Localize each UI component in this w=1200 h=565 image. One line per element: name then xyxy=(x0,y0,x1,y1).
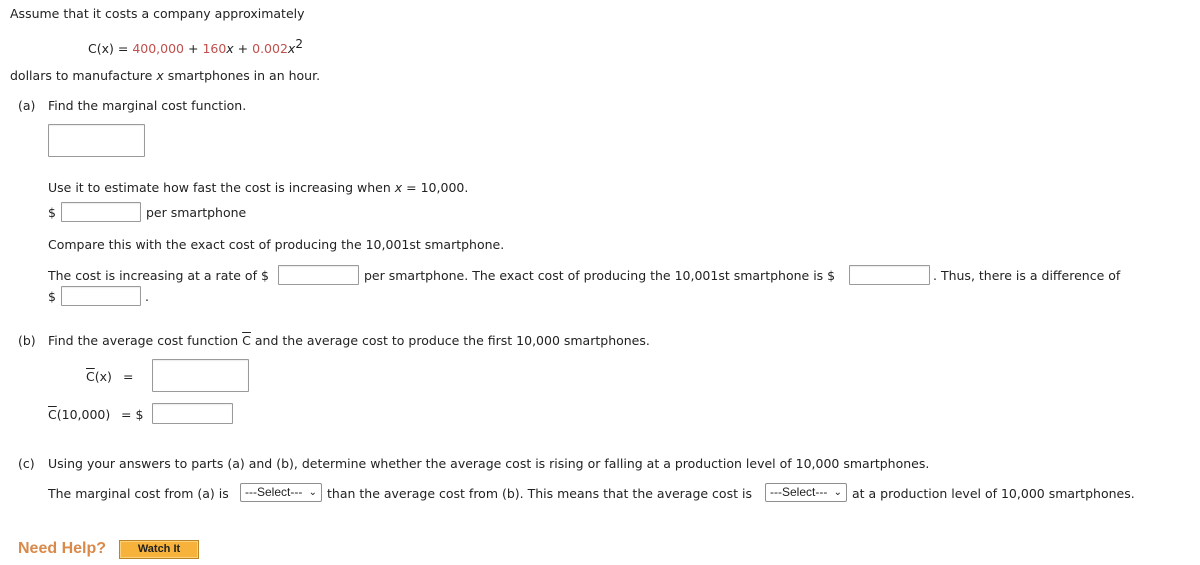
need-help-label: Need Help? xyxy=(18,540,107,557)
comparison-sentence-end: at a production level of 10,000 smartpho… xyxy=(852,486,1135,501)
intro-text-2: dollars to manufacture x smartphones in … xyxy=(10,68,321,83)
avg-cost-value-label: C(10,000) xyxy=(48,407,111,422)
estimate-input[interactable] xyxy=(61,202,141,222)
chevron-down-icon: ⌄ xyxy=(308,487,317,498)
compare-prompt: Compare this with the exact cost of prod… xyxy=(48,237,505,252)
marginal-cost-function-input[interactable] xyxy=(48,124,145,157)
rate-input[interactable] xyxy=(278,265,359,285)
formula-quadratic-coef: 0.002 xyxy=(252,41,288,57)
part-c-prompt: Using your answers to parts (a) and (b),… xyxy=(48,456,930,471)
rate-sentence-start: The cost is increasing at a rate of $ xyxy=(48,268,269,283)
part-c-label: (c) xyxy=(18,456,35,471)
equals-sign: = xyxy=(123,369,134,384)
formula-lhs: C(x) xyxy=(88,41,114,57)
intro-text: Assume that it costs a company approxima… xyxy=(10,6,305,21)
avg-cost-function-input[interactable] xyxy=(152,359,249,392)
cost-formula: C(x) = 400,000 + 160x + 0.002x2 xyxy=(88,37,303,57)
equals-dollar: = $ xyxy=(121,407,144,422)
chevron-down-icon: ⌄ xyxy=(833,487,842,498)
difference-sentence: . Thus, there is a difference of xyxy=(933,268,1121,283)
estimate-unit: per smartphone xyxy=(146,205,247,220)
part-a-prompt: Find the marginal cost function. xyxy=(48,98,247,113)
avg-cost-value-input[interactable] xyxy=(152,403,233,424)
c-bar-symbol: C xyxy=(242,333,251,348)
comparison-select[interactable]: ---Select--- ⌄ xyxy=(240,483,322,502)
formula-constant: 400,000 xyxy=(132,41,185,57)
part-b-label: (b) xyxy=(18,333,36,348)
trend-select[interactable]: ---Select--- ⌄ xyxy=(765,483,847,502)
dollar-sign-2: $ xyxy=(48,289,56,304)
watch-it-button[interactable]: Watch It xyxy=(119,540,199,559)
comparison-sentence-middle: than the average cost from (b). This mea… xyxy=(327,486,752,501)
formula-linear-coef: 160 xyxy=(202,41,227,57)
part-a-label: (a) xyxy=(18,98,36,113)
avg-cost-function-label: C(x) xyxy=(86,369,112,384)
period: . xyxy=(145,289,149,304)
exact-cost-sentence: per smartphone. The exact cost of produc… xyxy=(364,268,836,283)
exact-cost-input[interactable] xyxy=(849,265,930,285)
comparison-sentence-start: The marginal cost from (a) is xyxy=(48,486,229,501)
dollar-sign: $ xyxy=(48,205,56,220)
difference-input[interactable] xyxy=(61,286,141,306)
estimate-prompt: Use it to estimate how fast the cost is … xyxy=(48,180,469,195)
part-b-prompt: Find the average cost function C and the… xyxy=(48,333,650,348)
